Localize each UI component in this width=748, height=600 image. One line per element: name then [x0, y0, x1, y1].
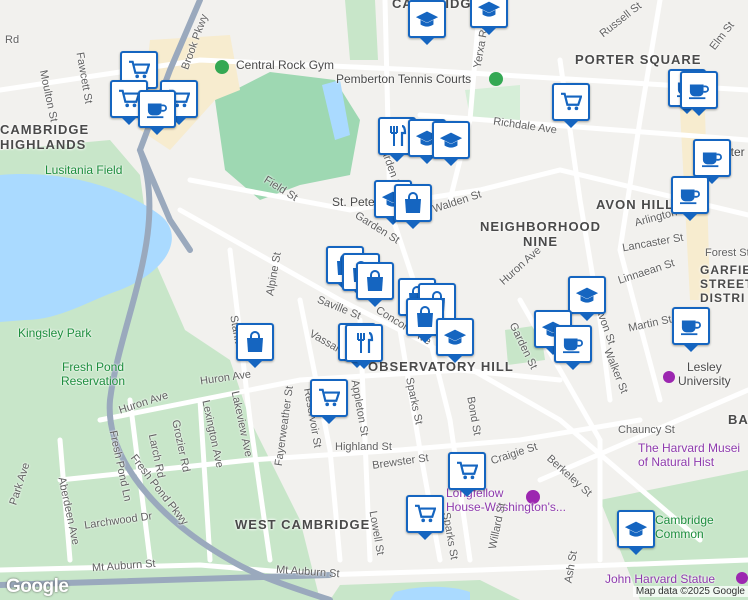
coffee-cup-icon: [680, 316, 702, 336]
place-line: The Harvard Musei: [638, 441, 741, 455]
shopping-cart-icon: [414, 504, 436, 524]
school-marker[interactable]: [408, 0, 446, 45]
neighborhood-label: PORTER SQUARE: [575, 52, 702, 67]
coffee-marker[interactable]: [554, 325, 592, 370]
neighborhood-label: GARFIESTREET HIDISTRI: [700, 263, 748, 305]
school-marker[interactable]: [432, 121, 470, 166]
place-label-gym[interactable]: Central Rock Gym: [236, 58, 334, 72]
neighborhood-line: STREET HI: [700, 277, 748, 291]
coffee-cup-icon: [146, 99, 168, 119]
street-label: Chauncy St: [618, 424, 675, 436]
coffee-marker[interactable]: [680, 71, 718, 116]
shopping-cart-marker[interactable]: [552, 83, 590, 128]
school-marker[interactable]: [436, 318, 474, 363]
graduation-cap-icon: [439, 130, 463, 150]
fork-knife-icon: [354, 332, 374, 354]
neighborhood-line: HIGHLANDS: [0, 137, 87, 152]
graduation-cap-icon: [443, 327, 467, 347]
shopping-bag-marker[interactable]: [236, 323, 274, 368]
neighborhood-line: NEIGHBORHOOD: [480, 219, 602, 234]
google-logo[interactable]: Google: [6, 576, 69, 598]
shopping-bag-marker[interactable]: [356, 262, 394, 307]
shopping-bag-icon: [245, 331, 265, 353]
shopping-cart-icon: [128, 60, 150, 80]
place-line: Lesley: [687, 360, 722, 374]
graduation-cap-icon: [415, 9, 439, 29]
place-label-park[interactable]: Kingsley Park: [18, 326, 91, 340]
place-line: Cambridge: [655, 513, 714, 527]
neighborhood-label: CAMBRIDGE HIGHLANDS: [0, 122, 89, 152]
shopping-bag-marker[interactable]: [394, 184, 432, 229]
place-line: of Natural Hist: [638, 455, 715, 469]
place-label-tennis[interactable]: Pemberton Tennis Courts: [336, 72, 471, 86]
coffee-cup-icon: [688, 80, 710, 100]
coffee-marker[interactable]: [671, 176, 709, 221]
neighborhood-label: WEST CAMBRIDGE: [235, 517, 371, 532]
neighborhood-line: DISTRI: [700, 291, 746, 305]
place-label-church[interactable]: St. Peter: [332, 195, 379, 209]
neighborhood-label: BA: [728, 412, 748, 427]
place-label-common: Cambridge Common: [655, 513, 714, 541]
school-marker[interactable]: [568, 276, 606, 321]
place-line: University: [678, 374, 731, 388]
map-canvas[interactable]: CAMBRIDGE HIGHLANDS PORTER SQUARE AVON HI…: [0, 0, 748, 600]
place-line: Common: [655, 527, 704, 541]
graduation-cap-icon: [477, 0, 501, 19]
place-label-museum: The Harvard Musei of Natural Hist: [638, 441, 740, 469]
park-area: [345, 0, 378, 60]
graduation-cap-icon: [575, 285, 599, 305]
neighborhood-line: GARFIE: [700, 263, 748, 277]
coffee-marker[interactable]: [138, 90, 176, 135]
shopping-cart-marker[interactable]: [310, 379, 348, 424]
map-attribution: Map data ©2025 Google: [632, 586, 748, 597]
place-line: Reservation: [61, 374, 126, 388]
coffee-cup-icon: [562, 334, 584, 354]
neighborhood-label: OBSERVATORY HILL: [368, 359, 514, 374]
coffee-marker[interactable]: [672, 307, 710, 352]
place-label-field[interactable]: Lusitania Field: [45, 163, 122, 177]
place-label-lesley: Lesley University: [678, 360, 731, 388]
shopping-cart-icon: [118, 89, 140, 109]
street-label: Rd: [5, 34, 20, 46]
shopping-cart-marker[interactable]: [448, 452, 486, 497]
fork-knife-icon: [387, 125, 407, 147]
shopping-cart-icon: [318, 388, 340, 408]
neighborhood-line: NINE: [523, 234, 559, 249]
place-line: Fresh Pond: [61, 360, 125, 374]
graduation-cap-icon: [624, 519, 648, 539]
school-marker[interactable]: [470, 0, 508, 35]
coffee-marker[interactable]: [693, 139, 731, 184]
shopping-cart-marker[interactable]: [406, 495, 444, 540]
coffee-cup-icon: [679, 185, 701, 205]
shopping-bag-icon: [403, 192, 423, 214]
street-label: Forest St: [705, 247, 748, 259]
neighborhood-label: NEIGHBORHOOD NINE: [480, 219, 601, 249]
place-label-reservation: Fresh Pond Reservation: [61, 360, 125, 388]
neighborhood-line: CAMBRIDGE: [0, 122, 90, 137]
coffee-cup-icon: [701, 148, 723, 168]
restaurant-marker[interactable]: [345, 324, 383, 369]
shopping-bag-icon: [415, 306, 435, 328]
shopping-bag-icon: [365, 270, 385, 292]
street-label: Highland St: [335, 441, 392, 453]
shopping-cart-icon: [456, 461, 478, 481]
place-label-statue[interactable]: John Harvard Statue: [605, 572, 715, 586]
school-marker[interactable]: [617, 510, 655, 555]
shopping-cart-icon: [560, 92, 582, 112]
